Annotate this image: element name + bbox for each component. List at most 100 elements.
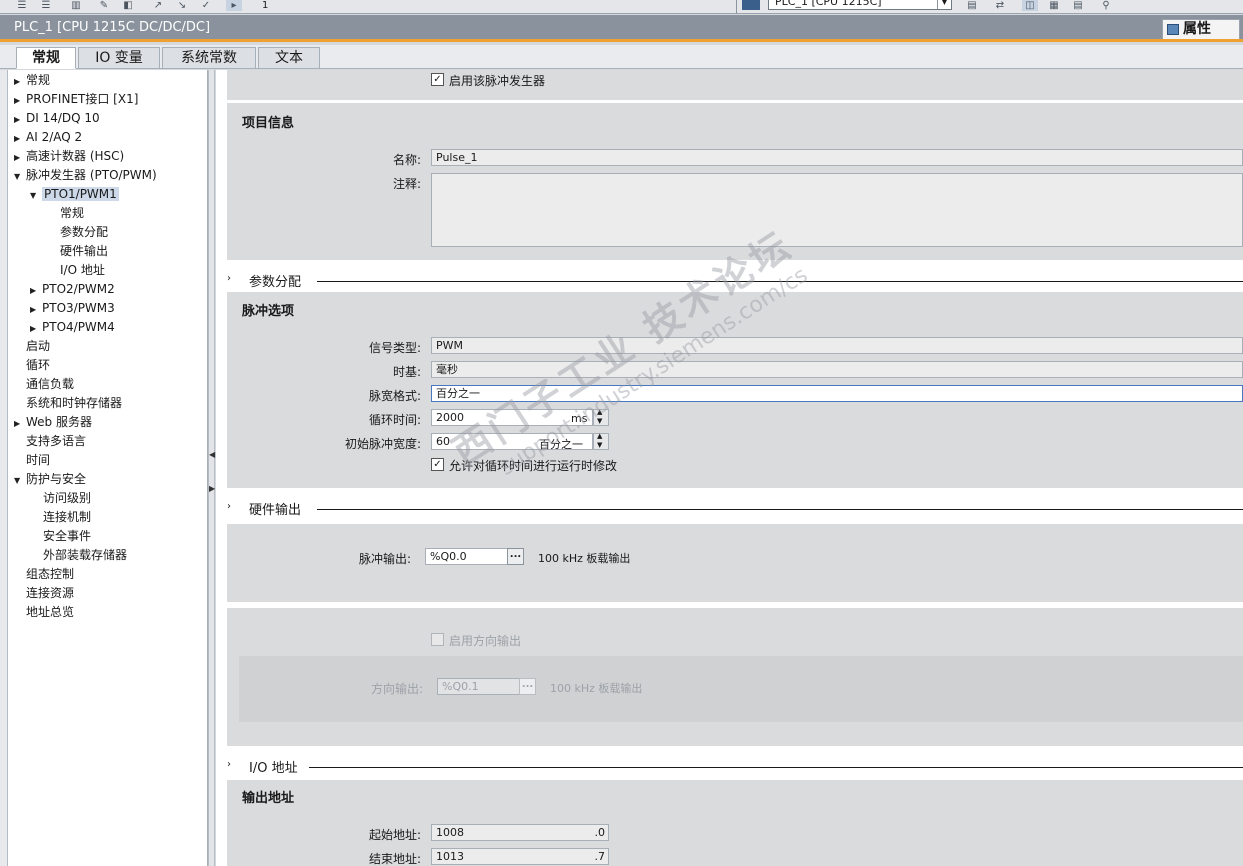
name-field[interactable]: Pulse_1 bbox=[431, 149, 1243, 166]
pulse-format-select[interactable]: 百分之一 bbox=[431, 385, 1243, 402]
align-right-icon[interactable]: ☰ bbox=[38, 0, 54, 11]
initial-width-spinner[interactable] bbox=[593, 432, 609, 450]
nav-config-control[interactable]: 组态控制 bbox=[26, 565, 74, 584]
pulse-output-field[interactable]: %Q0.0 bbox=[425, 548, 509, 565]
chevron-down-icon[interactable]: ▼ bbox=[937, 0, 951, 9]
zoom-icon[interactable]: ⚲ bbox=[1098, 0, 1114, 11]
expand-icon[interactable]: ▶ bbox=[14, 414, 26, 433]
nav-profinet[interactable]: ▶ PROFINET接口 [X1] bbox=[14, 90, 138, 109]
nav-web-server[interactable]: ▶ Web 服务器 bbox=[14, 413, 92, 432]
expand-icon[interactable]: ▶ bbox=[14, 72, 26, 91]
tab-io-tags[interactable]: IO 变量 bbox=[78, 47, 160, 69]
nav-connection-resources[interactable]: 连接资源 bbox=[26, 584, 74, 603]
nav-pto2[interactable]: ▶ PTO2/PWM2 bbox=[30, 280, 115, 299]
tab-texts[interactable]: 文本 bbox=[258, 47, 320, 69]
nav-pto1-io-address[interactable]: I/O 地址 bbox=[60, 261, 105, 280]
expand-icon[interactable]: ▶ bbox=[30, 281, 42, 300]
list-icon[interactable]: ▤ bbox=[1070, 0, 1086, 11]
check-wave-icon[interactable]: ✓ bbox=[198, 0, 214, 11]
nav-connection-mechanisms[interactable]: 连接机制 bbox=[43, 508, 91, 527]
wave-icon[interactable]: ↗ bbox=[150, 0, 166, 11]
nav-di-dq[interactable]: ▶ DI 14/DQ 10 bbox=[14, 109, 100, 128]
panel-splitter[interactable]: ◀ ▶ bbox=[208, 70, 215, 866]
chevron-right-icon[interactable]: › bbox=[227, 273, 231, 284]
nav-cycle[interactable]: 循环 bbox=[26, 356, 50, 375]
comment-label: 注释: bbox=[392, 177, 421, 191]
pulse-output-browse-button[interactable]: ... bbox=[507, 548, 524, 565]
io-group-header[interactable]: › I/O 地址 bbox=[227, 756, 1243, 776]
tab-system-constants[interactable]: 系统常数 bbox=[162, 47, 256, 69]
nav-system-clock-memory[interactable]: 系统和时钟存储器 bbox=[26, 394, 122, 413]
tab-properties-label: 属性 bbox=[1183, 21, 1211, 37]
enable-direction-checkbox[interactable] bbox=[431, 633, 444, 646]
nav-external-load-memory[interactable]: 外部装载存储器 bbox=[43, 546, 127, 565]
cycle-time-field[interactable]: 2000 bbox=[431, 409, 593, 426]
nav-pto1-params[interactable]: 参数分配 bbox=[60, 223, 108, 242]
cycle-time-spinner[interactable] bbox=[593, 408, 609, 426]
collapse-icon[interactable]: ▼ bbox=[30, 186, 42, 205]
expand-icon[interactable]: ▶ bbox=[14, 110, 26, 129]
hardware-group-header[interactable]: › 硬件输出 bbox=[227, 498, 1243, 518]
nav-pto1-hw-output[interactable]: 硬件输出 bbox=[60, 242, 108, 261]
play-icon[interactable]: ▸ bbox=[226, 0, 242, 11]
nav-pulse-generator[interactable]: ▼ 脉冲发生器 (PTO/PWM) bbox=[14, 166, 157, 185]
nav-time[interactable]: 时间 bbox=[26, 451, 50, 470]
enable-direction-label: 启用方向输出 bbox=[449, 634, 522, 648]
chevron-right-icon[interactable]: › bbox=[227, 759, 231, 770]
align-left-icon[interactable]: ☰ bbox=[14, 0, 30, 11]
nav-address-overview[interactable]: 地址总览 bbox=[26, 603, 74, 622]
nav-tree: ▶ 常规 ▶ PROFINET接口 [X1] ▶ DI 14/DQ 10 ▶ AI 2/… bbox=[8, 70, 208, 866]
enable-pulse-generator-checkbox[interactable]: ✓ bbox=[431, 73, 444, 86]
allow-runtime-checkbox[interactable]: ✓ bbox=[431, 458, 444, 471]
allow-runtime-label: 允许对循环时间进行运行时修改 bbox=[449, 459, 618, 473]
nav-label: 高速计数器 (HSC) bbox=[26, 149, 125, 163]
chevron-right-icon[interactable]: › bbox=[227, 501, 231, 512]
param-group-header[interactable]: › 参数分配 bbox=[227, 270, 1243, 290]
network-view-icon[interactable]: ◫ bbox=[1022, 0, 1038, 11]
table-icon[interactable]: ▦ bbox=[1046, 0, 1062, 11]
nav-pto4[interactable]: ▶ PTO4/PWM4 bbox=[30, 318, 115, 337]
nav-ai-aq[interactable]: ▶ AI 2/AQ 2 bbox=[14, 128, 82, 147]
nav-comm-load[interactable]: 通信负载 bbox=[26, 375, 74, 394]
time-base-select[interactable]: 毫秒 bbox=[431, 361, 1243, 378]
nav-pto3[interactable]: ▶ PTO3/PWM3 bbox=[30, 299, 115, 318]
nav-hsc[interactable]: ▶ 高速计数器 (HSC) bbox=[14, 147, 124, 166]
swap-icon[interactable]: ⇄ bbox=[992, 0, 1008, 11]
nav-security-events[interactable]: 安全事件 bbox=[43, 527, 91, 546]
edit-icon[interactable]: ✎ bbox=[96, 0, 112, 11]
main-toolbar: ☰ ☰ ▥ ✎ ◧ ↗ ↘ ✓ ▸ 1 PLC_1 [CPU 1215C] ▼ … bbox=[0, 0, 1243, 14]
expand-icon[interactable]: ▶ bbox=[30, 300, 42, 319]
nav-startup[interactable]: 启动 bbox=[26, 337, 50, 356]
expand-icon[interactable]: ▶ bbox=[14, 129, 26, 148]
print-icon[interactable]: ▤ bbox=[964, 0, 980, 11]
device-select-value: PLC_1 [CPU 1215C] bbox=[775, 0, 882, 8]
cycle-time-label: 循环时间: bbox=[368, 413, 421, 427]
expand-right-icon[interactable]: ▶ bbox=[209, 484, 215, 493]
tab-properties[interactable]: 属性 bbox=[1162, 19, 1240, 39]
collapse-left-icon[interactable]: ◀ bbox=[209, 450, 215, 459]
monitor-icon[interactable]: ◧ bbox=[120, 0, 136, 11]
nav-multilanguage[interactable]: 支持多语言 bbox=[26, 432, 86, 451]
comment-field[interactable] bbox=[431, 173, 1243, 247]
tab-general[interactable]: 常规 bbox=[16, 47, 76, 69]
chart-icon[interactable]: ▥ bbox=[68, 0, 84, 11]
expand-icon[interactable]: ▶ bbox=[14, 91, 26, 110]
output-address-panel: 输出地址 起始地址: 1008 .0 结束地址: 1013 .7 bbox=[227, 780, 1243, 866]
collapse-icon[interactable]: ▼ bbox=[14, 471, 26, 490]
start-address-label: 起始地址: bbox=[368, 828, 421, 842]
signal-type-select[interactable]: PWM bbox=[431, 337, 1243, 354]
direction-output-field[interactable]: %Q0.1 bbox=[437, 678, 521, 695]
nav-general[interactable]: ▶ 常规 bbox=[14, 71, 50, 90]
expand-icon[interactable]: ▶ bbox=[14, 148, 26, 167]
collapse-icon[interactable]: ▼ bbox=[14, 167, 26, 186]
wave-off-icon[interactable]: ↘ bbox=[174, 0, 190, 11]
nav-pto1[interactable]: ▼ PTO1/PWM1 bbox=[30, 185, 119, 204]
nav-access-level[interactable]: 访问级别 bbox=[43, 489, 91, 508]
hardware-group-label: 硬件输出 bbox=[249, 503, 302, 518]
direction-output-browse-button[interactable]: ... bbox=[519, 678, 536, 695]
end-address-value: 1013 bbox=[436, 850, 464, 863]
device-select[interactable]: PLC_1 [CPU 1215C] ▼ bbox=[768, 0, 952, 10]
expand-icon[interactable]: ▶ bbox=[30, 319, 42, 338]
nav-pto1-general[interactable]: 常规 bbox=[60, 204, 84, 223]
nav-protection-security[interactable]: ▼ 防护与安全 bbox=[14, 470, 86, 489]
